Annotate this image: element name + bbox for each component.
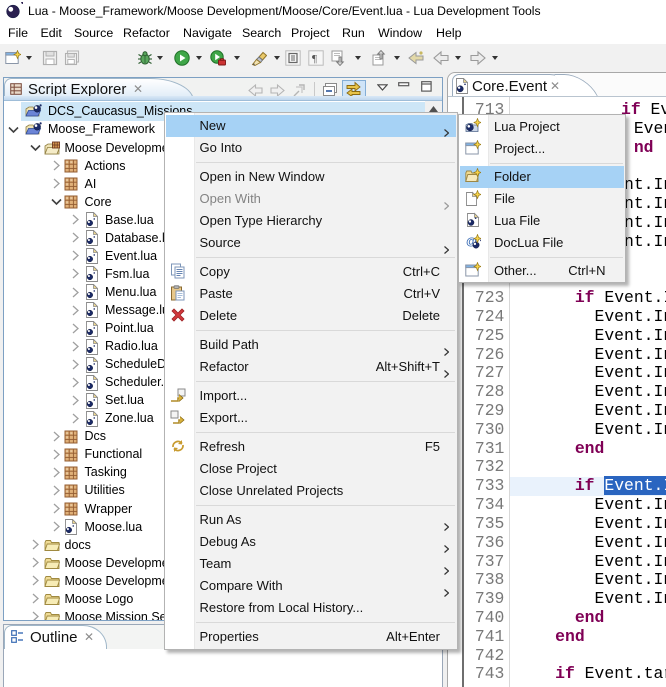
svg-text:¶: ¶ bbox=[312, 53, 317, 65]
